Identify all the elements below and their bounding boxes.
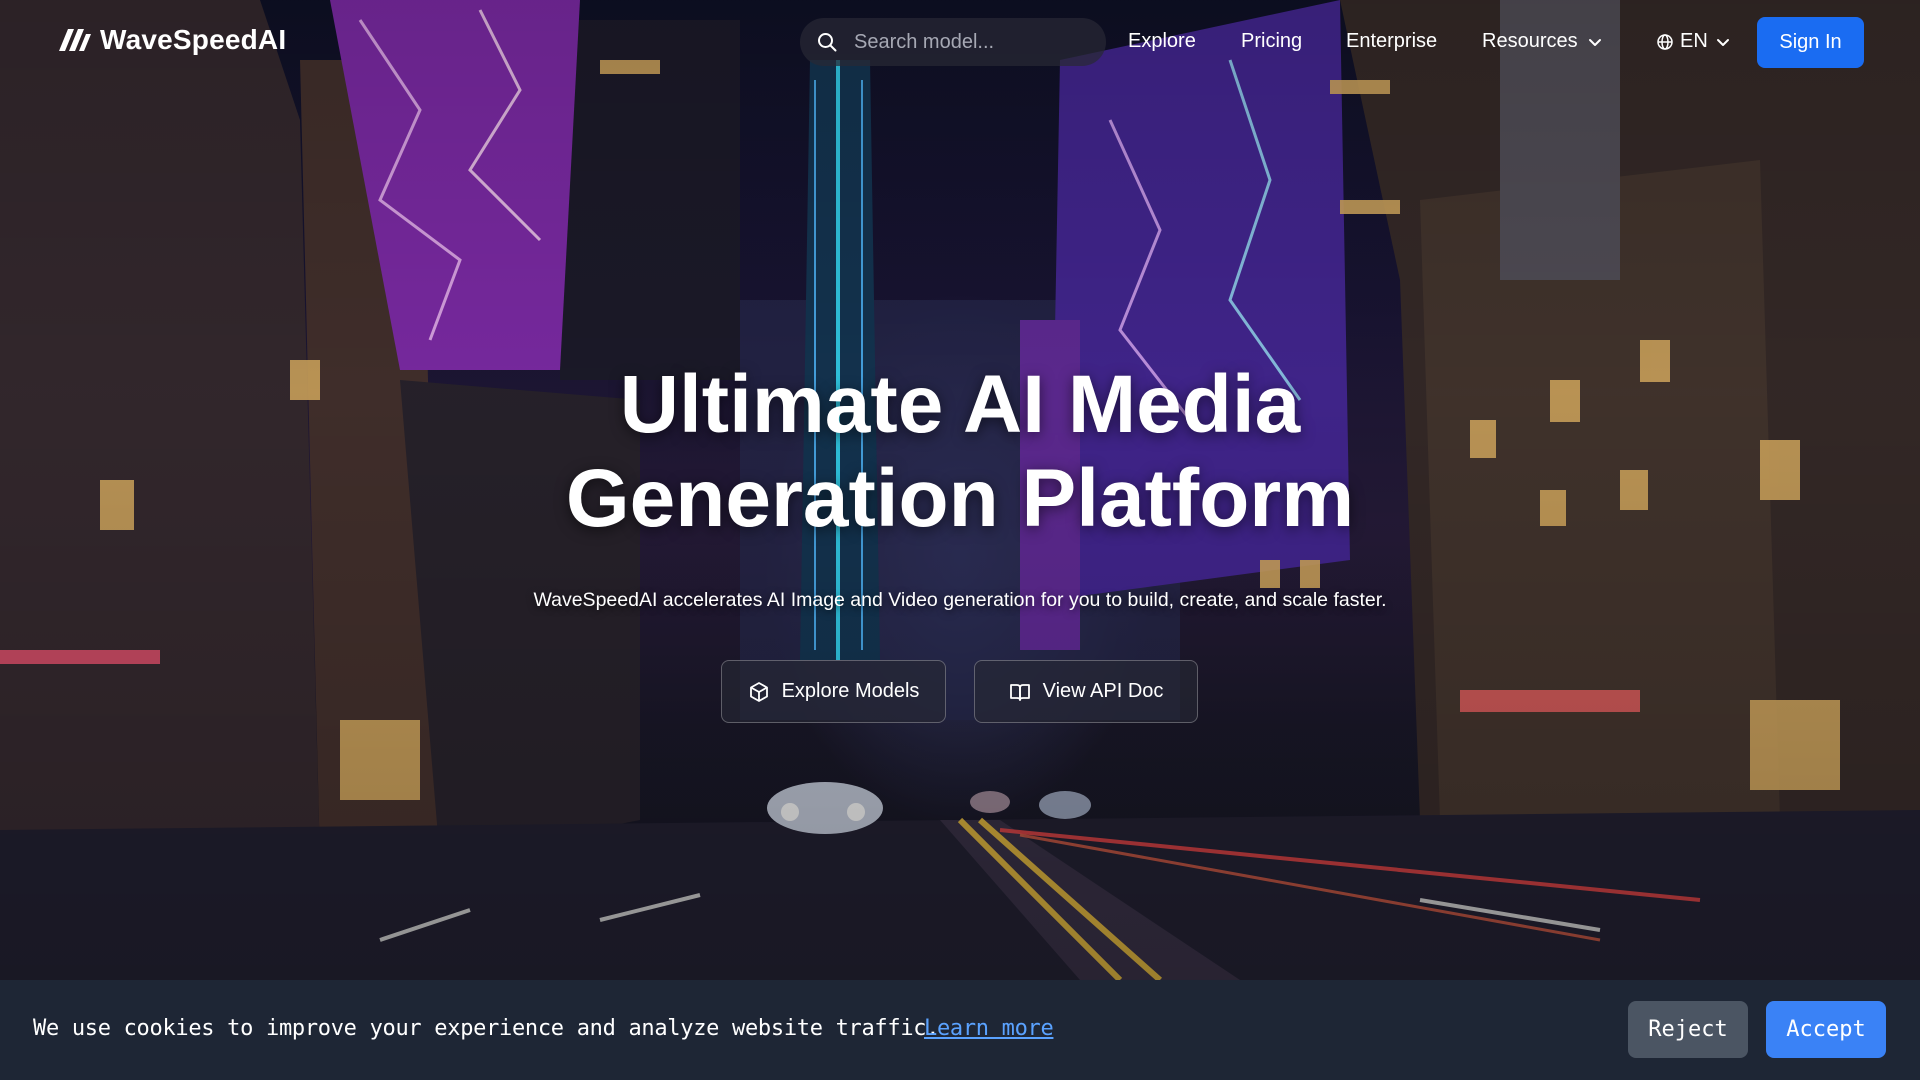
reject-cookies-button[interactable]: Reject <box>1628 1001 1748 1058</box>
sign-in-button[interactable]: Sign In <box>1757 17 1864 68</box>
hero-title-line-1: Ultimate AI Media <box>619 359 1301 450</box>
top-navbar: WaveSpeedAI Explore Pricing Enterprise R… <box>0 0 1920 84</box>
search-input[interactable] <box>852 29 1096 55</box>
hero-subtitle: WaveSpeedAI accelerates AI Image and Vid… <box>533 589 1387 611</box>
landing-page: WaveSpeedAI Explore Pricing Enterprise R… <box>0 0 1920 1080</box>
learn-more-link[interactable]: Learn more <box>924 1016 1054 1041</box>
nav-resources-dropdown[interactable]: Resources <box>1482 30 1604 53</box>
hero-title: Ultimate AI Media Generation Platform <box>360 358 1560 546</box>
search-icon <box>818 33 837 52</box>
accept-cookies-button[interactable]: Accept <box>1766 1001 1886 1058</box>
chevron-down-icon <box>1716 38 1729 46</box>
explore-models-label: Explore Models <box>781 680 920 702</box>
brand-logo[interactable]: WaveSpeedAI <box>56 24 286 56</box>
explore-models-button[interactable]: Explore Models <box>721 660 946 723</box>
language-label: EN <box>1680 30 1708 52</box>
book-open-icon <box>1009 683 1030 701</box>
nav-link-enterprise[interactable]: Enterprise <box>1346 30 1437 53</box>
language-selector[interactable]: EN <box>1656 30 1732 53</box>
cube-icon <box>749 681 768 702</box>
search-model-box[interactable] <box>800 18 1106 66</box>
nav-link-explore[interactable]: Explore <box>1128 30 1196 53</box>
cookie-message: We use cookies to improve your experienc… <box>33 1016 940 1041</box>
globe-icon <box>1657 33 1673 50</box>
chevron-down-icon <box>1588 38 1601 46</box>
nav-link-pricing[interactable]: Pricing <box>1241 30 1302 53</box>
wave-slash-logo-icon <box>59 29 91 51</box>
view-api-doc-label: View API Doc <box>1042 680 1164 702</box>
nav-resources-label: Resources <box>1482 30 1578 52</box>
view-api-doc-button[interactable]: View API Doc <box>974 660 1198 723</box>
hero-title-line-2: Generation Platform <box>565 453 1355 544</box>
brand-name: WaveSpeedAI <box>100 24 287 55</box>
